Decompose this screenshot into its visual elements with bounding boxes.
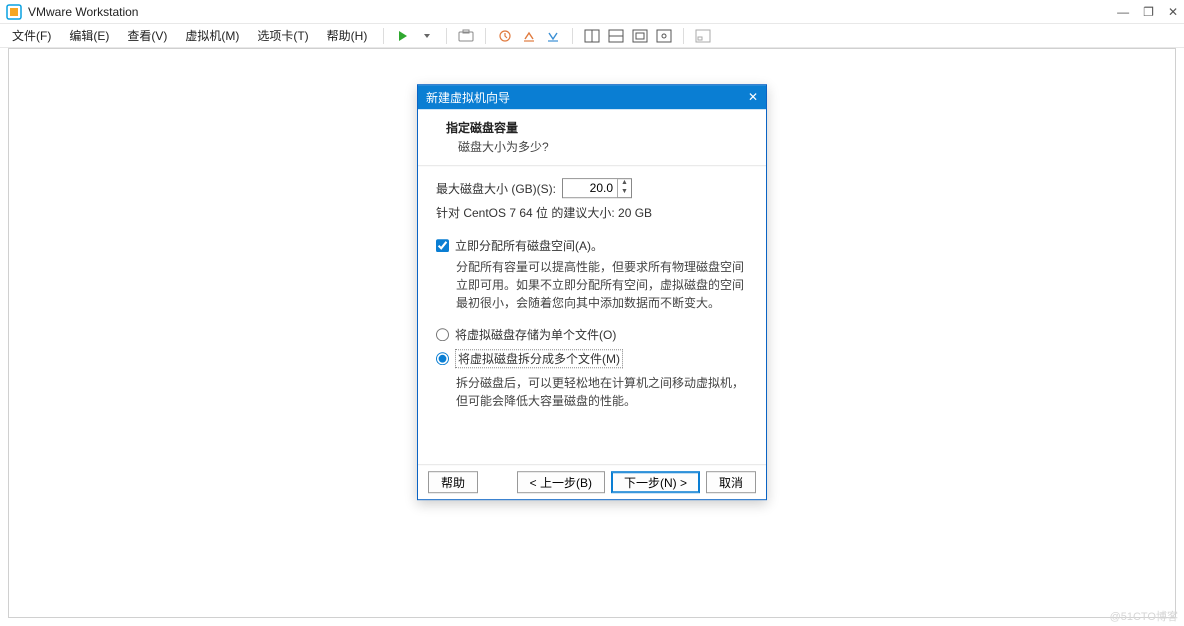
dialog-title: 新建虚拟机向导 [426, 89, 510, 106]
dialog-close-button[interactable]: ✕ [748, 90, 758, 104]
dialog-footer: 帮助 < 上一步(B) 下一步(N) > 取消 [418, 464, 766, 499]
minimize-button[interactable]: — [1117, 5, 1129, 19]
allocate-description: 分配所有容量可以提高性能，但要求所有物理磁盘空间立即可用。如果不立即分配所有空间… [436, 258, 748, 312]
single-file-radio[interactable] [436, 328, 449, 341]
play-dropdown[interactable] [416, 26, 438, 46]
recommend-text: 针对 CentOS 7 64 位 的建议大小: 20 GB [436, 204, 748, 221]
app-logo-icon [6, 4, 22, 20]
menu-help[interactable]: 帮助(H) [319, 25, 376, 46]
dialog-body: 最大磁盘大小 (GB)(S): ▲▼ 针对 CentOS 7 64 位 的建议大… [418, 166, 766, 464]
layout-icon-2[interactable] [605, 26, 627, 46]
split-description: 拆分磁盘后，可以更轻松地在计算机之间移动虚拟机，但可能会降低大容量磁盘的性能。 [436, 374, 748, 410]
dialog-subheading: 磁盘大小为多少? [446, 138, 748, 155]
cancel-button[interactable]: 取消 [706, 471, 756, 493]
next-button[interactable]: 下一步(N) > [611, 471, 700, 493]
window-controls: — ❐ ✕ [1117, 5, 1178, 19]
separator [572, 28, 573, 44]
menu-edit[interactable]: 编辑(E) [61, 25, 117, 46]
single-file-label: 将虚拟磁盘存储为单个文件(O) [455, 326, 616, 343]
dialog-titlebar: 新建虚拟机向导 ✕ [418, 85, 766, 109]
play-button[interactable] [392, 26, 414, 46]
multi-file-label: 将虚拟磁盘拆分成多个文件(M) [455, 349, 623, 368]
menu-vm[interactable]: 虚拟机(M) [177, 25, 247, 46]
back-button[interactable]: < 上一步(B) [517, 471, 605, 493]
disk-size-label: 最大磁盘大小 (GB)(S): [436, 180, 556, 197]
snapshot-icon[interactable] [455, 26, 477, 46]
disk-size-spinner[interactable]: ▲▼ [562, 178, 632, 198]
menu-file[interactable]: 文件(F) [4, 25, 59, 46]
titlebar: VMware Workstation — ❐ ✕ [0, 0, 1184, 24]
menu-view[interactable]: 查看(V) [119, 25, 175, 46]
allocate-now-label: 立即分配所有磁盘空间(A)。 [455, 237, 603, 254]
thumbnail-icon[interactable] [692, 26, 714, 46]
separator [485, 28, 486, 44]
separator [383, 28, 384, 44]
menu-tabs[interactable]: 选项卡(T) [249, 25, 316, 46]
window-title: VMware Workstation [28, 5, 1117, 19]
fullscreen-icon[interactable] [629, 26, 651, 46]
layout-icon-1[interactable] [581, 26, 603, 46]
tool-icon-1[interactable] [494, 26, 516, 46]
disk-size-input[interactable] [563, 179, 617, 197]
dialog-heading: 指定磁盘容量 [446, 119, 748, 136]
close-button[interactable]: ✕ [1168, 5, 1178, 19]
tool-icon-3[interactable] [542, 26, 564, 46]
help-button[interactable]: 帮助 [428, 471, 478, 493]
separator [446, 28, 447, 44]
separator [683, 28, 684, 44]
maximize-button[interactable]: ❐ [1143, 5, 1154, 19]
spinner-up[interactable]: ▲ [618, 179, 631, 188]
dialog-header: 指定磁盘容量 磁盘大小为多少? [418, 109, 766, 166]
watermark: @51CTO博客 [1110, 608, 1178, 624]
unity-icon[interactable] [653, 26, 675, 46]
multi-file-radio[interactable] [436, 352, 449, 365]
menubar: 文件(F) 编辑(E) 查看(V) 虚拟机(M) 选项卡(T) 帮助(H) [0, 24, 1184, 48]
tool-icon-2[interactable] [518, 26, 540, 46]
spinner-down[interactable]: ▼ [618, 188, 631, 197]
wizard-dialog: 新建虚拟机向导 ✕ 指定磁盘容量 磁盘大小为多少? 最大磁盘大小 (GB)(S)… [417, 84, 767, 500]
allocate-now-checkbox[interactable] [436, 239, 449, 252]
